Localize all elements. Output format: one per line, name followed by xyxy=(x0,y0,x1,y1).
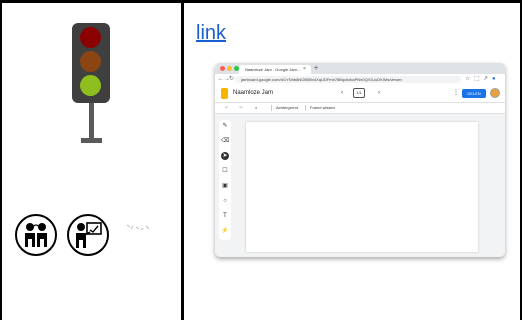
avatar xyxy=(490,88,500,98)
right-column: link Naamloze Jam - Google Jam... × + ← … xyxy=(184,3,520,320)
jamboard-screenshot: Naamloze Jam - Google Jam... × + ← → ↻ j… xyxy=(215,63,505,257)
bookmark-star-icon: ☆ xyxy=(465,76,471,82)
link[interactable]: link xyxy=(196,22,226,45)
amber-lamp xyxy=(80,51,101,72)
new-tab-icon: + xyxy=(314,65,319,72)
tab-close-icon: × xyxy=(303,66,306,72)
address-row: ← → ↻ jamboard.google.com/d/1YNhb8NOB0Bx… xyxy=(215,74,505,85)
frame-counter: 1/1 xyxy=(353,88,365,98)
zoom-icon: ⌕ xyxy=(255,105,258,110)
eraser-tool-icon: ⌫ xyxy=(221,138,230,144)
document-title: Naamloze Jam xyxy=(233,90,274,96)
jamboard-app-bar: Naamloze Jam ‹ 1/1 › ⋮ DELEN xyxy=(215,85,505,103)
background-button: Achtergrond xyxy=(276,105,298,110)
clear-frame-button: Frame wissen xyxy=(310,105,335,110)
close-window-dot xyxy=(220,66,225,71)
reload-icon: ↻ xyxy=(229,76,235,82)
profile-icon: ● xyxy=(492,76,496,82)
url-bar: jamboard.google.com/d/1YNhb8NOB0Bx4XqUDF… xyxy=(235,76,461,83)
jamboard-toolbar: ↶ ↷ ⌕ Achtergrond Frame wissen xyxy=(215,103,505,114)
jamboard-logo-icon xyxy=(221,88,228,99)
jamboard-tool-sidebar: ✎ ⌫ ➤ ☐ ▣ ○ T ⚡ xyxy=(219,120,231,240)
traffic-light-base xyxy=(81,138,102,143)
shape-tool-icon: ○ xyxy=(223,198,227,204)
traffic-light-pole xyxy=(89,103,94,140)
sticky-note-tool-icon: ☐ xyxy=(222,168,228,174)
select-tool-icon: ➤ xyxy=(221,152,229,160)
green-lamp xyxy=(80,75,101,96)
laser-tool-icon: ⚡ xyxy=(221,228,229,234)
minimize-window-dot xyxy=(227,66,232,71)
next-frame-icon: › xyxy=(378,90,380,96)
toolbar-separator xyxy=(305,105,306,111)
faint-scribble-icon xyxy=(126,224,150,231)
traffic-light-icon xyxy=(72,23,110,103)
left-column xyxy=(2,3,181,320)
jamboard-canvas xyxy=(246,122,478,252)
more-menu-icon: ⋮ xyxy=(453,90,459,96)
extensions-icon: ⬚ xyxy=(474,76,480,82)
browser-tab-bar: Naamloze Jam - Google Jam... × + xyxy=(215,63,505,74)
share-button: DELEN xyxy=(462,89,486,98)
edit-icon: ↗ xyxy=(483,76,489,82)
teacher-board-icon xyxy=(67,214,109,256)
toolbar-separator xyxy=(271,105,272,111)
browser-tab: Naamloze Jam - Google Jam... xyxy=(239,65,311,74)
prev-frame-icon: ‹ xyxy=(341,90,343,96)
undo-icon: ↶ xyxy=(225,105,229,110)
red-lamp xyxy=(80,27,101,48)
pair-work-icon xyxy=(15,214,57,256)
image-tool-icon: ▣ xyxy=(222,183,228,189)
text-box-tool-icon: T xyxy=(223,213,227,219)
pen-tool-icon: ✎ xyxy=(222,123,228,129)
redo-icon: ↷ xyxy=(239,105,243,110)
